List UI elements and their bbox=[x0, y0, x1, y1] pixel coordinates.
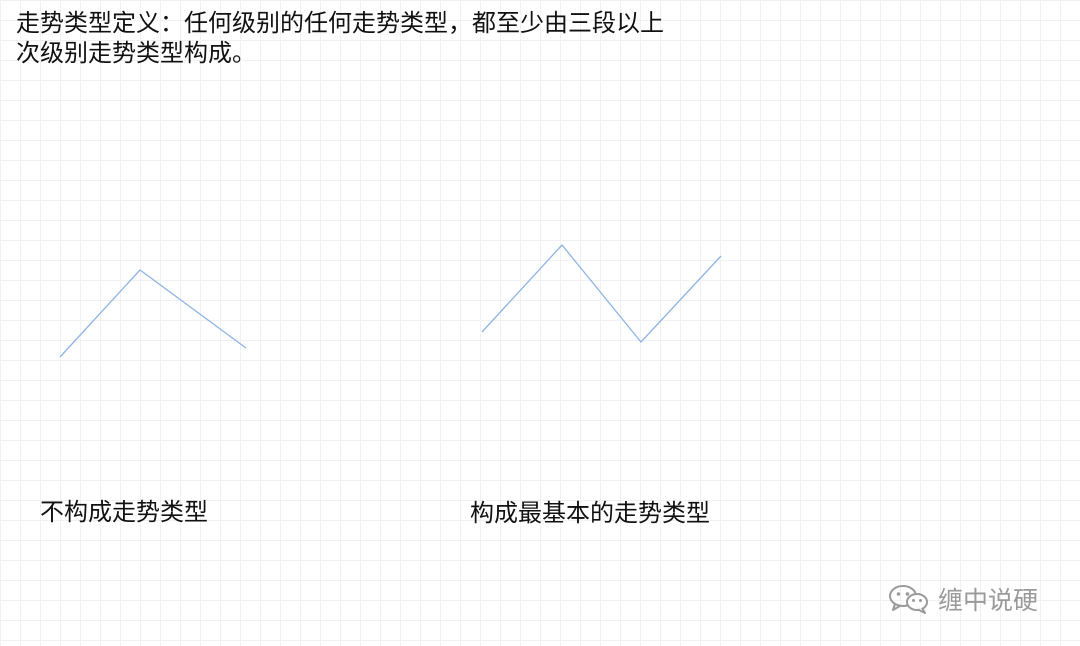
two-segment-zigzag bbox=[59, 269, 247, 358]
left-diagram-caption: 不构成走势类型 bbox=[40, 498, 208, 526]
watermark-text: 缠中说硬 bbox=[938, 586, 1039, 615]
three-segment-zigzag bbox=[481, 244, 722, 343]
wechat-icon bbox=[889, 585, 928, 614]
watermark: 缠中说硬 bbox=[888, 582, 1038, 616]
right-diagram-caption: 构成最基本的走势类型 bbox=[470, 499, 710, 527]
trend-diagrams bbox=[59, 244, 722, 358]
